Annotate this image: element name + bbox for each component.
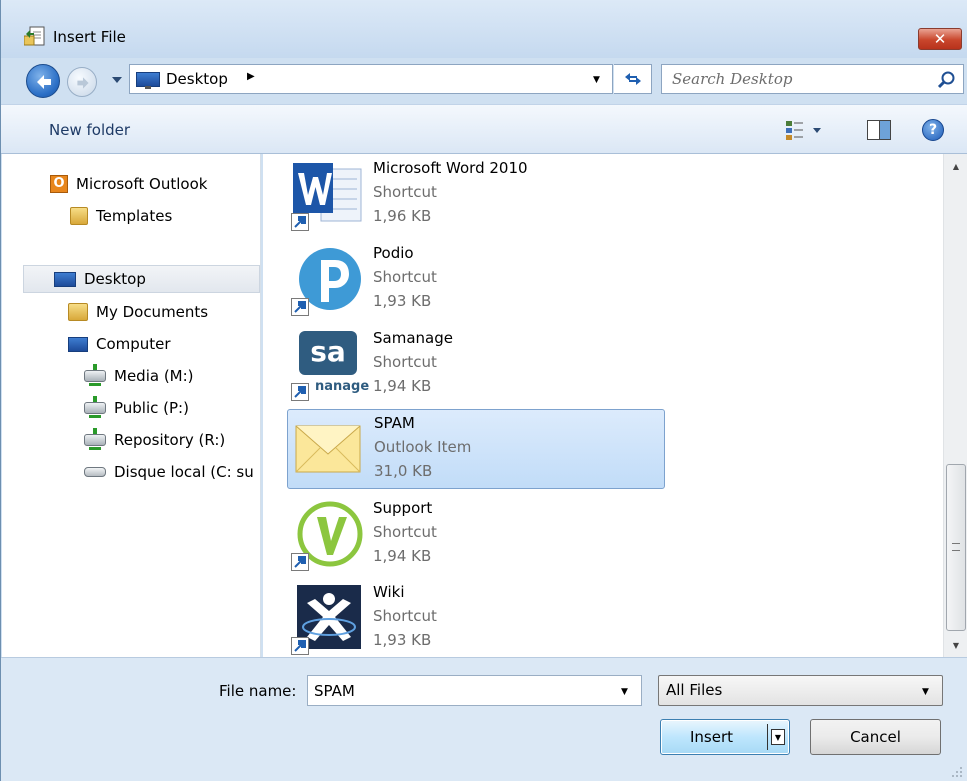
file-size: 1,96 KB <box>373 207 432 225</box>
help-icon[interactable]: ? <box>922 119 944 141</box>
file-item-samanage[interactable]: sa nanage Samanage Shortcut 1,94 KB <box>287 325 665 405</box>
search-box[interactable] <box>661 64 964 94</box>
file-type: Outlook Item <box>374 438 472 456</box>
navigation-pane: O Microsoft Outlook Templates Desktop My… <box>2 154 261 657</box>
file-name: Support <box>373 499 433 517</box>
cancel-button[interactable]: Cancel <box>810 719 941 755</box>
shortcut-arrow-icon <box>291 553 309 571</box>
resize-grip-icon[interactable] <box>949 764 963 778</box>
close-button[interactable]: ✕ <box>918 28 962 50</box>
file-list[interactable]: Microsoft Word 2010 Shortcut 1,96 KB Pod… <box>263 154 943 657</box>
breadcrumb-arrow-icon[interactable]: ▶ <box>247 71 255 82</box>
shortcut-arrow-icon <box>291 298 309 316</box>
file-size: 1,94 KB <box>373 377 432 395</box>
folder-icon <box>70 207 88 225</box>
file-type: Shortcut <box>373 353 437 371</box>
nav-item-public-drive[interactable]: Public (P:) <box>84 394 189 422</box>
recent-locations-dropdown-icon[interactable] <box>111 74 123 86</box>
envelope-icon <box>295 425 361 473</box>
file-item-microsoft-word-2010[interactable]: Microsoft Word 2010 Shortcut 1,96 KB <box>287 155 665 235</box>
grip-icon <box>952 543 960 551</box>
network-drive-icon <box>84 396 106 418</box>
file-size: 1,93 KB <box>373 292 432 310</box>
nav-item-desktop[interactable]: Desktop <box>23 265 260 293</box>
arrow-left-icon <box>37 75 51 89</box>
toolbar: New folder ? <box>1 104 967 154</box>
address-dropdown-icon[interactable]: ▼ <box>593 75 600 85</box>
scroll-down-button[interactable]: ▼ <box>944 633 967 657</box>
scroll-up-button[interactable]: ▲ <box>944 154 967 178</box>
insert-options-dropdown-icon[interactable]: ▼ <box>771 729 785 745</box>
scrollbar-thumb[interactable] <box>946 464 966 631</box>
nav-item-repository-drive[interactable]: Repository (R:) <box>84 426 225 454</box>
file-name: Wiki <box>373 583 405 601</box>
file-size: 1,94 KB <box>373 547 432 565</box>
back-button[interactable] <box>26 64 60 98</box>
file-name-combobox[interactable]: ▼ <box>307 675 642 706</box>
file-name: Samanage <box>373 329 453 347</box>
nav-item-media-drive[interactable]: Media (M:) <box>84 362 194 390</box>
address-location[interactable]: Desktop <box>166 70 228 88</box>
refresh-icon <box>624 73 641 85</box>
file-type: Shortcut <box>373 523 437 541</box>
nav-item-computer[interactable]: Computer <box>68 330 171 358</box>
shortcut-arrow-icon <box>291 383 309 401</box>
shortcut-arrow-icon <box>291 637 309 655</box>
new-folder-button[interactable]: New folder <box>49 121 130 139</box>
nav-item-templates[interactable]: Templates <box>70 202 172 230</box>
file-size: 31,0 KB <box>374 462 433 480</box>
bottom-panel: File name: ▼ All Files ▼ Insert ▼ Cancel <box>1 657 967 781</box>
desktop-icon <box>136 72 160 89</box>
search-input[interactable] <box>672 69 927 89</box>
file-type: Shortcut <box>373 607 437 625</box>
close-icon: ✕ <box>933 30 947 48</box>
chevron-down-icon: ▼ <box>922 687 929 697</box>
file-name-dropdown-icon[interactable]: ▼ <box>621 687 628 697</box>
file-type-value: All Files <box>666 681 723 699</box>
local-disk-icon <box>84 467 106 477</box>
file-name-label: File name: <box>219 682 297 700</box>
file-type: Shortcut <box>373 183 437 201</box>
file-item-podio[interactable]: Podio Shortcut 1,93 KB <box>287 240 665 320</box>
file-type: Shortcut <box>373 268 437 286</box>
nav-item-local-disk[interactable]: Disque local (C: su <box>84 458 254 486</box>
forward-button[interactable] <box>67 67 97 97</box>
file-name: SPAM <box>374 414 415 432</box>
shortcut-arrow-icon <box>291 213 309 231</box>
arrow-right-icon <box>77 77 89 89</box>
title-bar: Insert File ✕ <box>1 0 967 58</box>
refresh-button[interactable] <box>614 64 652 94</box>
folder-icon <box>68 303 88 321</box>
file-name-input[interactable] <box>314 680 614 701</box>
file-item-spam[interactable]: SPAM Outlook Item 31,0 KB <box>287 409 665 489</box>
insert-button[interactable]: Insert ▼ <box>660 719 790 755</box>
preview-pane-button[interactable] <box>867 120 891 140</box>
network-drive-icon <box>84 428 106 450</box>
file-size: 1,93 KB <box>373 631 432 649</box>
nav-item-my-documents[interactable]: My Documents <box>68 298 208 326</box>
window-title: Insert File <box>53 28 126 46</box>
insert-file-icon <box>24 26 45 46</box>
file-name: Microsoft Word 2010 <box>373 159 528 177</box>
outlook-icon: O <box>50 175 68 193</box>
file-name: Podio <box>373 244 414 262</box>
insert-file-dialog: Insert File ✕ Desktop ▶ ▼ Search Desktop… <box>0 0 967 781</box>
file-item-support[interactable]: Support Shortcut 1,94 KB <box>287 495 665 575</box>
address-bar[interactable]: Desktop ▶ ▼ <box>129 64 613 94</box>
file-item-wiki[interactable]: Wiki Shortcut 1,93 KB <box>287 579 665 657</box>
network-drive-icon <box>84 364 106 386</box>
address-row: Desktop ▶ ▼ <box>1 58 967 102</box>
vertical-scrollbar[interactable]: ▲ ▼ <box>943 154 967 657</box>
nav-item-microsoft-outlook[interactable]: O Microsoft Outlook <box>50 170 207 198</box>
file-type-select[interactable]: All Files ▼ <box>658 675 943 706</box>
desktop-icon <box>54 271 76 287</box>
change-view-button[interactable] <box>785 119 825 141</box>
computer-icon <box>68 336 88 352</box>
search-icon[interactable] <box>937 70 957 90</box>
